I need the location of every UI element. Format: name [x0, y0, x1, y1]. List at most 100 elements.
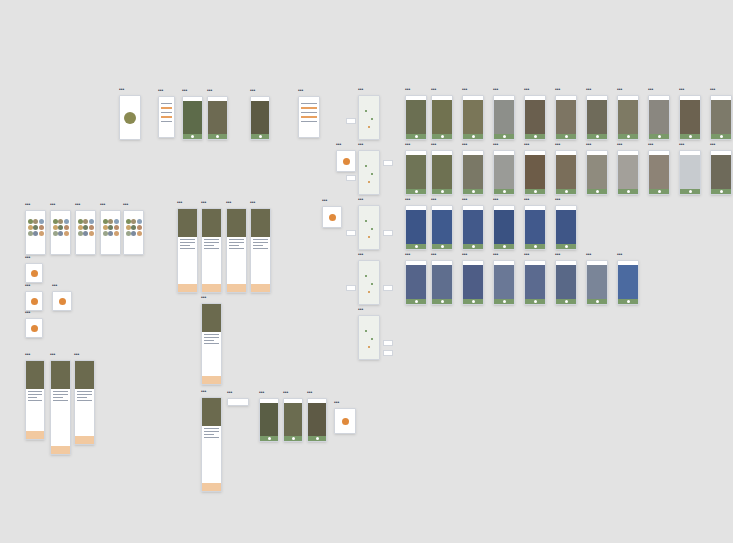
frame[interactable]: •••	[710, 150, 732, 195]
frame[interactable]: •••	[462, 260, 484, 305]
frame-label: •••	[358, 142, 363, 147]
frame[interactable]: •••	[431, 205, 453, 250]
frame[interactable]: •••	[207, 96, 228, 140]
frame[interactable]: •••	[524, 205, 546, 250]
frame-label: •••	[227, 390, 232, 395]
frame[interactable]: •••	[524, 260, 546, 305]
frame[interactable]: •••	[710, 95, 732, 140]
frame[interactable]: •••	[462, 95, 484, 140]
card-screen	[26, 264, 42, 282]
frame[interactable]: •••	[227, 398, 249, 406]
frame[interactable]: •••	[679, 150, 701, 195]
frame[interactable]: •••	[586, 260, 608, 305]
frame[interactable]: •••	[358, 95, 380, 140]
frame[interactable]: •••	[158, 96, 175, 138]
tag-note[interactable]	[383, 230, 393, 236]
frame[interactable]: •••	[358, 205, 380, 250]
frame[interactable]: •••	[259, 398, 279, 442]
frame[interactable]: •••	[358, 150, 380, 195]
frame[interactable]: •••	[555, 150, 577, 195]
frame-label: •••	[555, 252, 560, 257]
tag-note[interactable]	[383, 350, 393, 356]
frame[interactable]: •••	[298, 96, 320, 138]
frame[interactable]: •••	[119, 95, 141, 140]
frame[interactable]: •••	[405, 260, 427, 305]
tag-note[interactable]	[383, 285, 393, 291]
frame[interactable]: •••	[431, 150, 453, 195]
frame[interactable]: •••	[283, 398, 303, 442]
frame[interactable]: •••	[201, 303, 222, 385]
frame[interactable]: •••	[462, 150, 484, 195]
frame[interactable]: •••	[493, 95, 515, 140]
frame[interactable]: •••	[493, 260, 515, 305]
frame[interactable]: •••	[25, 318, 43, 338]
tag-note[interactable]	[346, 230, 356, 236]
frame[interactable]: •••	[462, 205, 484, 250]
frame[interactable]: •••	[358, 315, 380, 360]
frame[interactable]: •••	[555, 205, 577, 250]
frame[interactable]: •••	[50, 210, 71, 255]
frame[interactable]: •••	[431, 95, 453, 140]
frame[interactable]: •••	[493, 150, 515, 195]
frame[interactable]: •••	[50, 360, 71, 455]
frame[interactable]: •••	[431, 260, 453, 305]
frame[interactable]: •••	[586, 150, 608, 195]
frame[interactable]: •••	[524, 150, 546, 195]
photo-screen	[183, 97, 202, 139]
frame[interactable]: •••	[123, 210, 144, 255]
frame[interactable]: •••	[524, 95, 546, 140]
frame[interactable]: •••	[25, 291, 43, 311]
tag-note[interactable]	[346, 285, 356, 291]
frame[interactable]: •••	[555, 95, 577, 140]
frame[interactable]: •••	[617, 150, 639, 195]
frame[interactable]: •••	[405, 95, 427, 140]
article-screen	[75, 361, 94, 444]
frame[interactable]: •••	[52, 291, 72, 311]
frame[interactable]: •••	[25, 263, 43, 283]
frame[interactable]: •••	[226, 208, 247, 293]
frame[interactable]: •••	[177, 208, 198, 293]
frame[interactable]: •••	[322, 206, 342, 228]
photo-screen	[494, 206, 514, 249]
tag-note[interactable]	[383, 160, 393, 166]
frame[interactable]: •••	[334, 408, 356, 434]
frame[interactable]: •••	[648, 95, 670, 140]
frame-label: •••	[283, 390, 288, 395]
frame[interactable]: •••	[617, 95, 639, 140]
frame[interactable]: •••	[250, 96, 270, 140]
frame[interactable]: •••	[405, 150, 427, 195]
frame[interactable]: •••	[75, 210, 96, 255]
frame[interactable]: •••	[679, 95, 701, 140]
frame[interactable]: •••	[336, 150, 356, 172]
tag-note[interactable]	[346, 175, 356, 181]
frame[interactable]: •••	[405, 205, 427, 250]
splash-screen	[120, 96, 140, 139]
frame[interactable]: •••	[100, 210, 121, 255]
frame[interactable]: •••	[250, 208, 271, 293]
design-canvas[interactable]: ••• ••• ••• ••• ••• ••• ••• ••• ••• ••• ••• ••• ••• •…	[0, 0, 733, 543]
tag-note[interactable]	[383, 340, 393, 346]
frame[interactable]: •••	[358, 260, 380, 305]
frame[interactable]: •••	[25, 210, 46, 255]
frame-label: •••	[25, 283, 30, 288]
palette-screen	[124, 211, 143, 254]
frame[interactable]: •••	[555, 260, 577, 305]
frame-label: •••	[431, 197, 436, 202]
frame[interactable]: •••	[307, 398, 327, 442]
frame[interactable]: •••	[617, 260, 639, 305]
frame[interactable]: •••	[201, 208, 222, 293]
frame-label: •••	[50, 202, 55, 207]
frame-label: •••	[25, 310, 30, 315]
frame[interactable]: •••	[182, 96, 203, 140]
card-screen	[53, 292, 71, 310]
frame[interactable]: •••	[74, 360, 95, 445]
frame[interactable]: •••	[25, 360, 45, 440]
tag-note[interactable]	[346, 118, 356, 124]
frame[interactable]: •••	[493, 205, 515, 250]
frame[interactable]: •••	[648, 150, 670, 195]
frame-label: •••	[617, 252, 622, 257]
frame-label: •••	[431, 87, 436, 92]
frame[interactable]: •••	[201, 397, 222, 492]
photo-screen	[649, 151, 669, 194]
frame[interactable]: •••	[586, 95, 608, 140]
